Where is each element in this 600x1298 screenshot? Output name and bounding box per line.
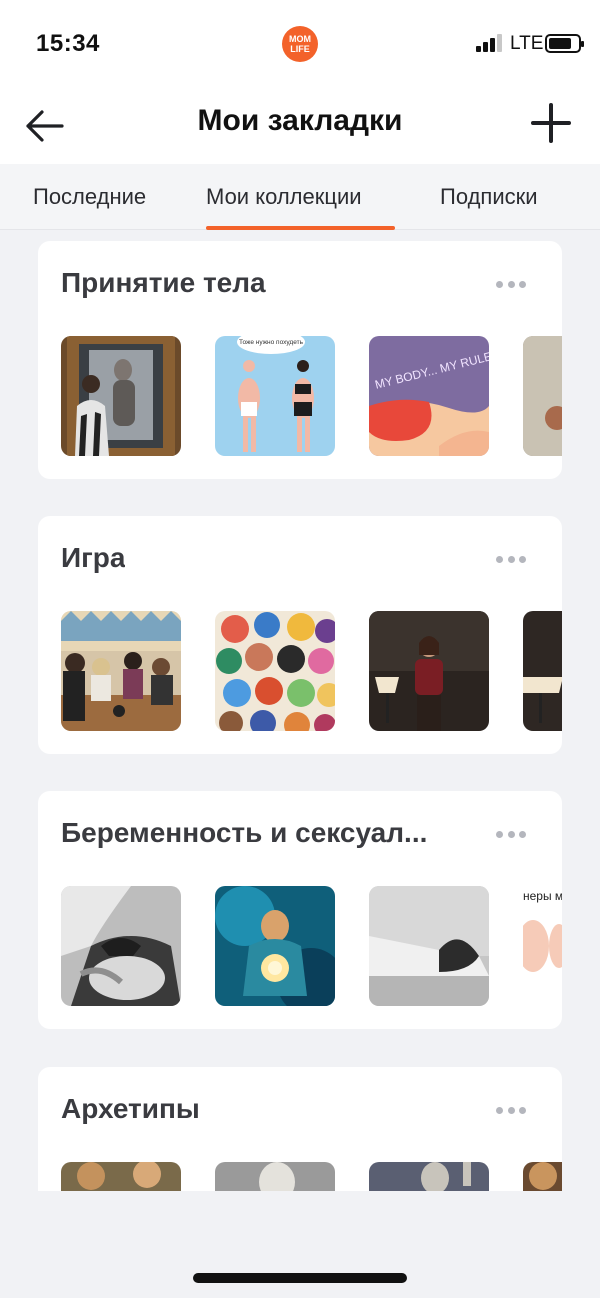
tab-subscriptions[interactable]: Подписки	[440, 184, 538, 210]
back-button[interactable]	[22, 106, 68, 146]
photo-reclining-bw-image	[369, 886, 489, 1006]
thumbnail-image[interactable]	[369, 1162, 489, 1191]
illustration-bodies-image: Тоже нужно похудеть	[215, 336, 335, 456]
tab-bar: Последние Мои коллекции Подписки	[0, 164, 600, 230]
collection-card[interactable]: Игра	[38, 516, 562, 754]
thumbnail-image[interactable]	[523, 611, 562, 731]
thumbnail-image[interactable]	[61, 336, 181, 456]
battery-icon	[545, 34, 584, 53]
sculpture-bust-image	[215, 1162, 335, 1191]
painting-renaissance-image	[61, 1162, 181, 1191]
more-options-button[interactable]	[496, 829, 526, 839]
thumbnail-image[interactable]	[61, 1162, 181, 1191]
sculpture-statue-image	[369, 1162, 489, 1191]
illustration-crowd-image	[215, 611, 335, 731]
photo-group-cafe-image	[61, 611, 181, 731]
painting-cosmic-mother-image	[215, 886, 335, 1006]
header: Мои закладки	[0, 88, 600, 164]
logo-text-bottom: LIFE	[290, 44, 310, 54]
collection-card[interactable]: Беременность и сексуал... неры м	[38, 791, 562, 1029]
thumbnail-image[interactable]: MY BODY... MY RULES	[369, 336, 489, 456]
more-options-button[interactable]	[496, 554, 526, 564]
photo-mirror-partial-image	[523, 336, 562, 456]
thumbnail-image[interactable]	[215, 611, 335, 731]
painting-partial-image	[523, 1162, 562, 1191]
collection-title: Игра	[61, 542, 126, 573]
network-label: LTE	[510, 33, 544, 54]
collection-title: Принятие тела	[61, 267, 266, 298]
thumbnail-image[interactable]	[369, 611, 489, 731]
my-body-my-rules-image: MY BODY... MY RULES	[369, 336, 489, 456]
thumbnail-image[interactable]	[61, 886, 181, 1006]
more-options-button[interactable]	[496, 1105, 526, 1115]
thumbnail-image[interactable]	[215, 886, 335, 1006]
logo-text-top: MOM	[289, 34, 311, 44]
speech-bubble-text: Тоже нужно похудеть	[239, 339, 304, 346]
signal-icon	[476, 34, 504, 52]
arrow-left-icon	[26, 110, 64, 142]
thumbnail-image[interactable]	[61, 611, 181, 731]
tab-recent[interactable]: Последние	[33, 184, 146, 210]
active-tab-indicator	[206, 226, 395, 230]
plus-icon	[531, 103, 571, 143]
thumbnail-image[interactable]	[523, 336, 562, 456]
collection-title: Беременность и сексуал...	[61, 817, 428, 848]
status-bar: 15:34 MOM LIFE LTE	[0, 0, 600, 88]
thumbnail-image[interactable]	[215, 1162, 335, 1191]
home-indicator[interactable]	[193, 1273, 407, 1283]
photo-woman-lamp-image	[369, 611, 489, 731]
tab-my-collections[interactable]: Мои коллекции	[206, 184, 362, 210]
more-options-button[interactable]	[496, 279, 526, 289]
status-time: 15:34	[36, 30, 100, 57]
photo-gallery-image	[61, 336, 181, 456]
mom-life-logo: MOM LIFE	[282, 26, 318, 62]
add-collection-button[interactable]	[530, 102, 572, 144]
thumbnail-image[interactable]	[523, 1162, 562, 1191]
collections-list: Принятие тела Тоже нужно похудеть MY BOD…	[0, 231, 600, 1191]
collection-card[interactable]: Принятие тела Тоже нужно похудеть MY BOD…	[38, 241, 562, 479]
thumbnail-image[interactable]: Тоже нужно похудеть	[215, 336, 335, 456]
page-title: Мои закладки	[197, 104, 403, 137]
diagram-partial-image: неры м	[523, 886, 562, 1006]
photo-pregnant-bw-image	[61, 886, 181, 1006]
thumbnail-image[interactable]: неры м	[523, 886, 562, 1006]
diagram-text: неры м	[523, 889, 562, 903]
collection-title: Архетипы	[61, 1093, 200, 1124]
photo-lamp-partial-image	[523, 611, 562, 731]
thumbnail-image[interactable]	[369, 886, 489, 1006]
collection-card[interactable]: Архетипы	[38, 1067, 562, 1191]
